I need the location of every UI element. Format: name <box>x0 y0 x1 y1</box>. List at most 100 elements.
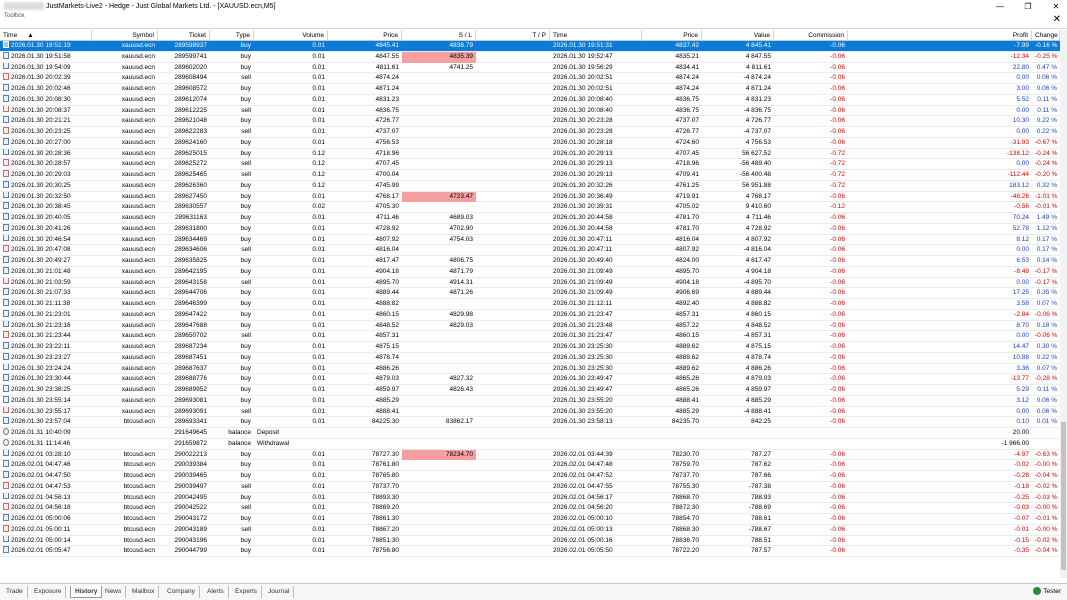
column-header-time[interactable]: Time ▲ <box>0 30 92 41</box>
table-row[interactable]: 2026.02.01 05:00:11 btcusd.ecn 290043189 se… <box>0 524 1060 536</box>
cell-change: 0.01 % <box>1032 417 1060 428</box>
table-row[interactable]: 2026.02.01 05:05:47 btcusd.ecn 290044799 bu… <box>0 546 1060 557</box>
table-row[interactable]: 2026.01.30 21:03:59 xauusd.ecn 289643158 se… <box>0 277 1060 289</box>
column-header-ctime[interactable]: Time <box>550 30 642 41</box>
cell-type: sell <box>210 482 254 493</box>
column-header-ticket[interactable]: Ticket <box>158 30 210 41</box>
cell-text: buy <box>240 386 251 393</box>
table-row[interactable]: 2026.01.30 20:27:00 xauusd.ecn 289624160 bu… <box>0 137 1060 149</box>
column-header-symbol[interactable]: Symbol <box>92 30 158 41</box>
tab-exposure[interactable]: Exposure <box>30 586 67 598</box>
column-header-change[interactable]: Change <box>1032 30 1060 41</box>
table-row[interactable]: 2026.01.30 23:24:24 xauusd.ecn 289687637 bu… <box>0 363 1060 375</box>
buy-deal-icon <box>3 213 9 220</box>
tab-news[interactable]: News <box>101 586 127 598</box>
table-row[interactable]: 2026.01.30 19:54:09 xauusd.ecn 289602020 bu… <box>0 62 1060 74</box>
table-row[interactable]: 2026.01.30 20:32:50 xauusd.ecn 289627450 bu… <box>0 191 1060 203</box>
cell-symbol: xauusd.ecn <box>92 116 158 127</box>
column-header-label: Commission <box>808 32 844 39</box>
column-header-tp[interactable]: T / P <box>476 30 550 41</box>
tab-alerts[interactable]: Alerts <box>203 586 229 598</box>
cell-sl: 4914.31 <box>402 278 476 289</box>
cell-value: 4 807.92 <box>702 235 774 246</box>
table-row[interactable]: 2026.01.31 10:40:09 291649645 balance Depos… <box>0 428 1060 439</box>
tab-history[interactable]: History <box>70 586 103 598</box>
table-row[interactable]: 2026.01.30 21:07:33 xauusd.ecn 289644706 bu… <box>0 288 1060 299</box>
table-row[interactable]: 2026.01.30 20:08:30 xauusd.ecn 289612074 bu… <box>0 94 1060 106</box>
cell-text: 0.01 <box>312 278 325 286</box>
table-row[interactable]: 2026.02.01 04:47:50 btcusd.ecn 290039465 bu… <box>0 471 1060 482</box>
table-row[interactable]: 2026.01.30 19:51:58 xauusd.ecn 289599741 bu… <box>0 51 1060 63</box>
table-row[interactable]: 2026.01.30 20:38:45 xauusd.ecn 289630557 bu… <box>0 202 1060 213</box>
minimize-button[interactable]: — <box>995 2 1005 11</box>
table-row[interactable]: 2026.01.30 23:55:14 xauusd.ecn 289693081 bu… <box>0 395 1060 407</box>
table-row[interactable]: 2026.01.30 23:57:04 btcusd.ecn 289693341 bu… <box>0 417 1060 428</box>
tab-trade[interactable]: Trade <box>2 586 28 598</box>
cell-cprice: 4705.02 <box>642 202 702 213</box>
tab-company[interactable]: Company <box>163 586 200 598</box>
table-row[interactable]: 2026.01.30 20:02:39 xauusd.ecn 289608494 se… <box>0 73 1060 84</box>
cell-text: -2.84 <box>1014 310 1029 318</box>
column-header-price[interactable]: Price <box>328 30 402 41</box>
cell-text: sell <box>241 525 251 533</box>
table-row[interactable]: 2026.02.01 04:47:53 btcusd.ecn 290039497 se… <box>0 481 1060 493</box>
cell-text: 2026.01.30 20:02:51 <box>553 85 613 92</box>
table-row[interactable]: 2026.01.30 20:40:05 xauusd.ecn 289631163 bu… <box>0 213 1060 224</box>
cell-text: 2026.01.30 21:09:49 <box>553 289 613 297</box>
table-row[interactable]: 2026.01.30 23:22:11 xauusd.ecn 289687234 bu… <box>0 342 1060 353</box>
cell-cprice: 78737.70 <box>642 471 702 482</box>
table-row[interactable]: 2026.02.01 05:00:14 btcusd.ecn 290043196 bu… <box>0 535 1060 547</box>
column-header-profit[interactable]: Profit <box>848 30 1032 41</box>
table-row[interactable]: 2026.01.30 20:28:36 xauusd.ecn 289625015 bu… <box>0 148 1060 160</box>
table-row[interactable]: 2026.01.30 23:55:17 xauusd.ecn 289693091 se… <box>0 406 1060 418</box>
table-row[interactable]: 2026.01.30 20:41:26 xauusd.ecn 289631800 bu… <box>0 223 1060 235</box>
scrollbar-thumb[interactable] <box>1061 422 1066 570</box>
cell-type: buy <box>210 95 254 106</box>
table-row[interactable]: 2026.01.30 20:28:57 xauusd.ecn 289625272 se… <box>0 159 1060 170</box>
table-row[interactable]: 2026.02.01 04:56:18 btcusd.ecn 290042522 se… <box>0 503 1060 514</box>
table-row[interactable]: 2026.01.30 21:11:38 xauusd.ecn 289646399 bu… <box>0 299 1060 310</box>
table-row[interactable]: 2026.01.30 20:47:08 xauusd.ecn 289634606 se… <box>0 245 1060 256</box>
table-row[interactable]: 2026.01.30 21:23:01 xauusd.ecn 289647422 bu… <box>0 309 1060 321</box>
table-row[interactable]: 2026.01.30 20:21:21 xauusd.ecn 289621048 bu… <box>0 116 1060 127</box>
table-row[interactable]: 2026.01.30 19:51:19 xauusd.ecn 289598937 bu… <box>0 41 1060 52</box>
table-row[interactable]: 2026.02.01 03:28:10 btcusd.ecn 290022213 bu… <box>0 449 1060 461</box>
tester-button[interactable]: Tester <box>1033 586 1061 598</box>
cell-text: buy <box>240 321 251 329</box>
column-header-sl[interactable]: S / L <box>402 30 476 41</box>
table-row[interactable]: 2026.01.30 20:30:25 xauusd.ecn 289626360 bu… <box>0 180 1060 192</box>
table-row[interactable]: 2026.01.30 21:23:44 xauusd.ecn 289650702 se… <box>0 331 1060 342</box>
table-row[interactable]: 2026.01.30 23:38:25 xauusd.ecn 289689952 bu… <box>0 385 1060 396</box>
column-header-commission[interactable]: Commission <box>774 30 848 41</box>
toolbox-close-button[interactable]: ✕ <box>1053 15 1061 25</box>
table-row[interactable]: 2026.02.01 04:47:46 btcusd.ecn 290039384 bu… <box>0 460 1060 471</box>
close-window-button[interactable]: ✕ <box>1051 2 1061 11</box>
column-header-cprice[interactable]: Price <box>642 30 702 41</box>
cell-text: 78867.20 <box>371 525 399 533</box>
table-row[interactable]: 2026.01.31 11:14:46 291659872 balance Withd… <box>0 438 1060 450</box>
tab-mailbox[interactable]: Mailbox <box>128 586 160 598</box>
cell-text: 2026.01.30 21:23:47 <box>553 310 613 318</box>
table-row[interactable]: 2026.01.30 20:29:03 xauusd.ecn 289625465 se… <box>0 170 1060 181</box>
maximize-button[interactable]: ❐ <box>1023 2 1033 11</box>
column-header-value[interactable]: Value <box>702 30 774 41</box>
tab-experts[interactable]: Experts <box>231 586 263 598</box>
table-row[interactable]: 2026.01.30 20:02:46 xauusd.ecn 289608572 bu… <box>0 84 1060 95</box>
table-row[interactable]: 2026.02.01 05:00:06 btcusd.ecn 290043172 bu… <box>0 514 1060 525</box>
table-row[interactable]: 2026.01.30 20:23:25 xauusd.ecn 289622283 se… <box>0 127 1060 138</box>
table-row[interactable]: 2026.01.30 20:49:27 xauusd.ecn 289635825 bu… <box>0 256 1060 267</box>
column-header-type[interactable]: Type <box>210 30 254 41</box>
table-row[interactable]: 2026.01.30 23:23:27 xauusd.ecn 289687451 bu… <box>0 352 1060 364</box>
table-row[interactable]: 2026.01.30 23:30:44 xauusd.ecn 289688776 bu… <box>0 374 1060 385</box>
vertical-scrollbar[interactable] <box>1060 30 1067 578</box>
table-row[interactable]: 2026.01.30 20:46:54 xauusd.ecn 289634469 bu… <box>0 234 1060 246</box>
column-header-volume[interactable]: Volume <box>254 30 328 41</box>
cell-profit: 14.47 <box>848 342 1032 353</box>
cell-text: 4871.79 <box>449 267 474 275</box>
cell-text: 4807.92 <box>675 246 700 254</box>
table-row[interactable]: 2026.01.30 20:08:37 xauusd.ecn 289612225 se… <box>0 105 1060 117</box>
table-row[interactable]: 2026.01.30 21:23:16 xauusd.ecn 289647688 bu… <box>0 320 1060 332</box>
tab-journal[interactable]: Journal <box>264 586 295 598</box>
table-row[interactable]: 2026.02.01 04:56:13 btcusd.ecn 290042495 bu… <box>0 492 1060 504</box>
table-row[interactable]: 2026.01.30 21:01:48 xauusd.ecn 289642195 bu… <box>0 266 1060 278</box>
